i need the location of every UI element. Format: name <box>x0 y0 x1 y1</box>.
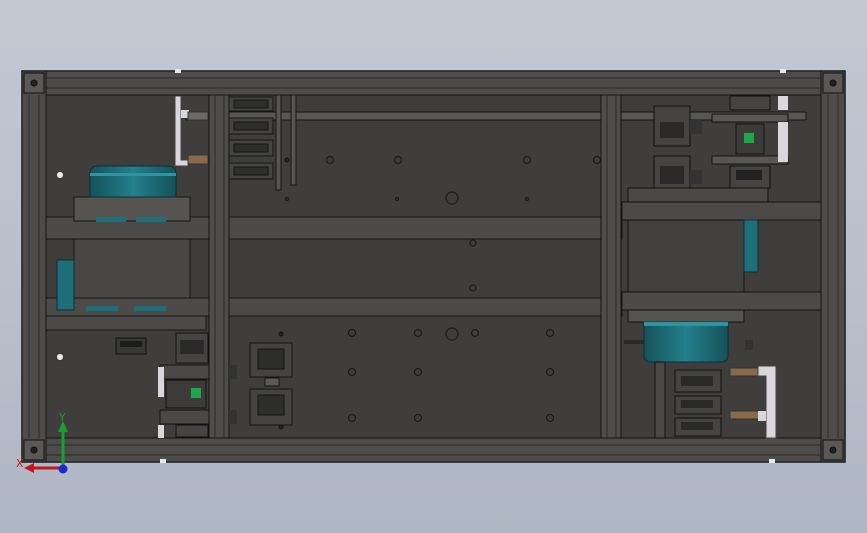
cad-viewport[interactable]: Y X <box>0 0 867 533</box>
y-axis-label: Y <box>58 411 66 424</box>
x-axis-label: X <box>16 457 24 470</box>
z-axis-dot <box>58 464 68 474</box>
cad-drawing: Y X <box>16 69 846 474</box>
